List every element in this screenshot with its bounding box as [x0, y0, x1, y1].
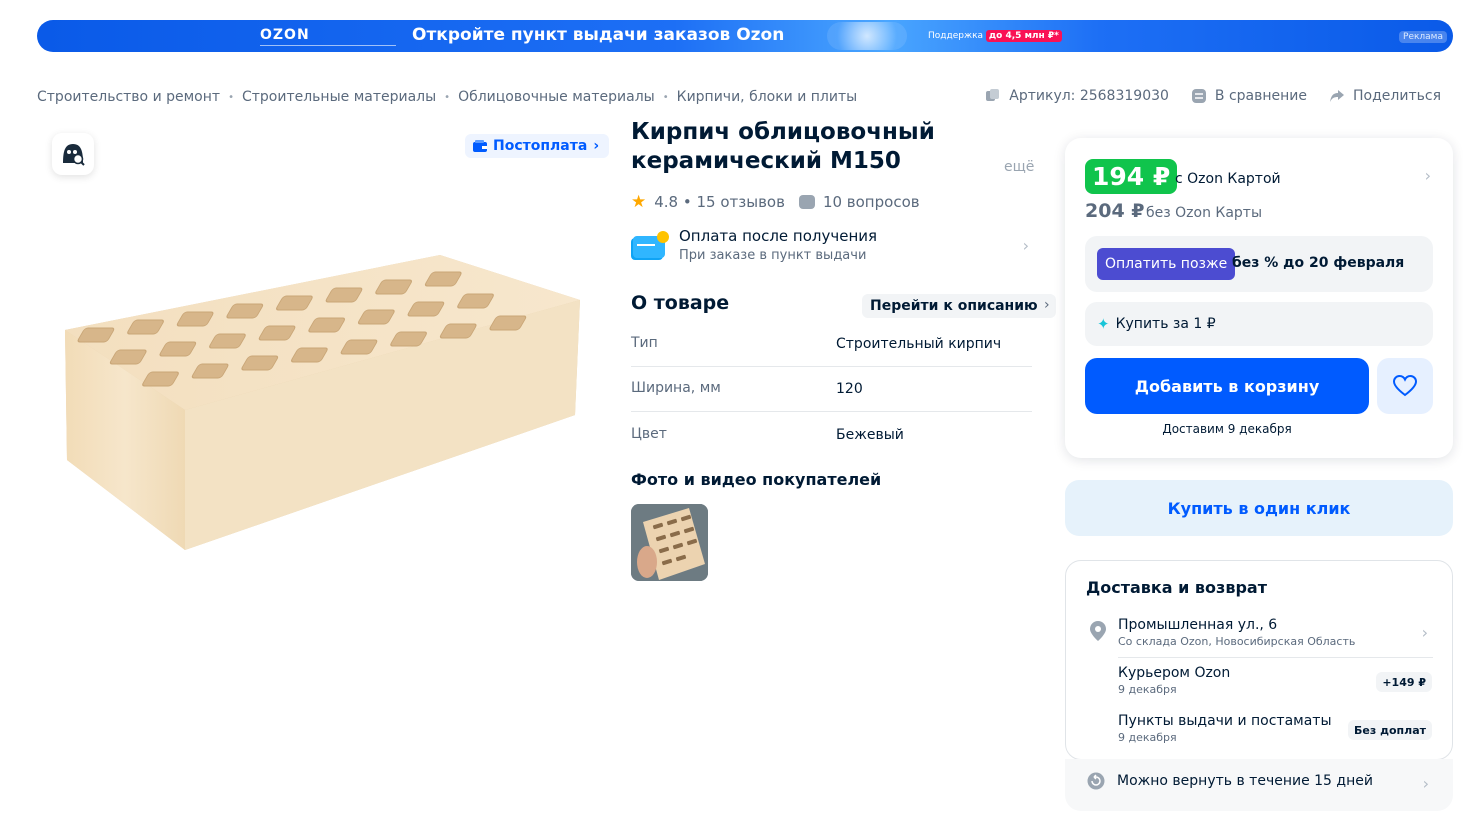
- price-regular: 204 ₽: [1085, 200, 1145, 222]
- product-image[interactable]: [55, 250, 585, 560]
- delivery-address[interactable]: Промышленная ул., 6: [1118, 617, 1277, 633]
- title-fade: [950, 147, 995, 177]
- price-ozon-card-label: с Ozon Картой: [1175, 171, 1281, 187]
- favorite-button[interactable]: [1377, 358, 1433, 414]
- property-key: Тип: [631, 335, 658, 351]
- pay-after-subtitle: При заказе в пункт выдачи: [679, 248, 867, 263]
- price-regular-label: без Ozon Карты: [1146, 205, 1263, 221]
- breadcrumb-separator: •: [444, 91, 451, 103]
- delivery-date: Доставим 9 декабря: [1162, 422, 1292, 436]
- property-row: Цвет Бежевый: [631, 412, 1032, 457]
- wallet-icon: [473, 140, 487, 152]
- title-more-link[interactable]: ещё: [1004, 159, 1034, 175]
- buy-for-one-label: Купить за 1 ₽: [1115, 316, 1216, 332]
- delivery-option-name: Пункты выдачи и постаматы: [1118, 713, 1332, 729]
- customer-photo-image: [631, 504, 708, 581]
- pay-later-block[interactable]: Оплатить позже без % до 20 февраля: [1085, 236, 1433, 292]
- property-value: Бежевый: [836, 426, 904, 443]
- properties-list: Тип Строительный кирпич Ширина, мм 120 Ц…: [631, 322, 1032, 457]
- buy-one-click-button[interactable]: Купить в один клик: [1065, 480, 1453, 536]
- delivery-option-date: 9 декабря: [1118, 731, 1177, 744]
- chevron-right-icon: ›: [1044, 297, 1050, 313]
- compare-label: В сравнение: [1214, 88, 1308, 104]
- pay-after-receipt[interactable]: Оплата после получения При заказе в пунк…: [631, 226, 1031, 268]
- compare-icon: [1191, 89, 1206, 103]
- product-title: Кирпич облицовочный керамический М150 Сл…: [631, 119, 935, 174]
- delivery-address-sub: Со склада Ozon, Новосибирская Область: [1118, 635, 1356, 648]
- breadcrumb-item[interactable]: Строительные материалы: [242, 89, 436, 105]
- top-actions: Артикул: 2568319030 В сравнение Поделить…: [985, 88, 1441, 104]
- rating-row: ★ 4.8 • 15 отзывов 10 вопросов: [631, 192, 920, 212]
- copy-icon: [986, 89, 1000, 101]
- questions-icon: [798, 195, 815, 209]
- price-ozon-card[interactable]: 194 ₽: [1085, 159, 1178, 194]
- reviews-link[interactable]: 4.8 • 15 отзывов: [654, 193, 785, 211]
- chevron-right-icon[interactable]: ›: [1422, 623, 1428, 642]
- delivery-option-name: Курьером Ozon: [1118, 665, 1231, 681]
- go-to-description-button[interactable]: Перейти к описанию ›: [862, 294, 1056, 318]
- customer-photo-thumbnail[interactable]: [631, 504, 708, 581]
- add-to-cart-button[interactable]: Добавить в корзину: [1085, 358, 1369, 414]
- location-pin-icon: [1090, 621, 1106, 641]
- banner-support-text: Поддержка до 4,5 млн ₽*: [928, 30, 1062, 42]
- property-row: Тип Строительный кирпич: [631, 322, 1032, 367]
- share-button[interactable]: Поделиться: [1329, 88, 1441, 104]
- return-policy-row[interactable]: Можно вернуть в течение 15 дней ›: [1065, 759, 1453, 811]
- go-to-description-label: Перейти к описанию: [870, 298, 1038, 314]
- pay-later-text: без % до 20 февраля: [1232, 255, 1405, 271]
- article-copy[interactable]: Артикул: 2568319030: [985, 88, 1169, 104]
- card-icon: [631, 231, 669, 260]
- breadcrumb-item[interactable]: Строительство и ремонт: [37, 89, 220, 105]
- chevron-right-icon: ›: [1022, 236, 1029, 255]
- delivery-option-badge: +149 ₽: [1376, 672, 1432, 692]
- banner-support-highlight: до 4,5 млн ₽*: [985, 30, 1062, 42]
- return-policy-text: Можно вернуть в течение 15 дней: [1117, 773, 1373, 789]
- heart-icon: [1393, 375, 1417, 397]
- return-icon: [1087, 772, 1105, 790]
- pay-after-title: Оплата после получения: [679, 227, 878, 245]
- property-key: Ширина, мм: [631, 380, 721, 396]
- price-card: 194 ₽ с Ozon Картой › 204 ₽ без Ozon Кар…: [1065, 138, 1453, 458]
- postpay-label: Постоплата: [493, 138, 588, 154]
- about-heading: О товаре: [631, 292, 730, 314]
- share-label: Поделиться: [1353, 88, 1441, 104]
- delivery-option-date: 9 декабря: [1118, 683, 1177, 696]
- banner-logo: OZON: [260, 27, 310, 43]
- banner-snowflake-image: [827, 22, 907, 50]
- property-row: Ширина, мм 120: [631, 367, 1032, 412]
- customer-photos-heading: Фото и видео покупателей: [631, 470, 882, 489]
- property-key: Цвет: [631, 425, 667, 442]
- delivery-block: Доставка и возврат Промышленная ул., 6 С…: [1065, 560, 1453, 760]
- breadcrumb: Строительство и ремонт • Строительные ма…: [37, 89, 857, 105]
- breadcrumb-separator: •: [662, 91, 669, 103]
- divider: [1118, 657, 1433, 658]
- property-value: Строительный кирпич: [836, 336, 1002, 352]
- search-by-photo-button[interactable]: [52, 133, 94, 175]
- banner-divider: [260, 45, 396, 46]
- star-icon: ★: [631, 192, 647, 212]
- chevron-right-icon[interactable]: ›: [1425, 166, 1431, 185]
- article-label: Артикул: 2568319030: [1009, 88, 1169, 104]
- photo-search-icon: [63, 144, 85, 166]
- delivery-heading: Доставка и возврат: [1086, 578, 1267, 597]
- compare-button[interactable]: В сравнение: [1191, 88, 1307, 104]
- banner-support-prefix: Поддержка: [928, 31, 984, 41]
- sparkle-icon: ✦: [1097, 315, 1110, 333]
- property-value: 120: [836, 381, 863, 397]
- ad-label: Реклама: [1399, 31, 1447, 43]
- share-icon: [1330, 90, 1345, 102]
- pay-later-button[interactable]: Оплатить позже: [1097, 248, 1236, 280]
- chevron-right-icon: ›: [593, 138, 600, 154]
- questions-link[interactable]: 10 вопросов: [823, 193, 920, 211]
- breadcrumb-separator: •: [228, 91, 234, 103]
- chevron-right-icon: ›: [1422, 774, 1429, 793]
- buy-for-one-ruble[interactable]: ✦ Купить за 1 ₽: [1085, 302, 1433, 346]
- banner-headline: Откройте пункт выдачи заказов Ozon: [412, 25, 785, 45]
- delivery-option-badge: Без доплат: [1348, 720, 1432, 740]
- postpay-badge[interactable]: Постоплата ›: [465, 134, 610, 158]
- breadcrumb-item[interactable]: Облицовочные материалы: [458, 89, 655, 105]
- promo-banner[interactable]: OZON Откройте пункт выдачи заказов Ozon …: [37, 20, 1453, 52]
- breadcrumb-item[interactable]: Кирпичи, блоки и плиты: [677, 89, 858, 105]
